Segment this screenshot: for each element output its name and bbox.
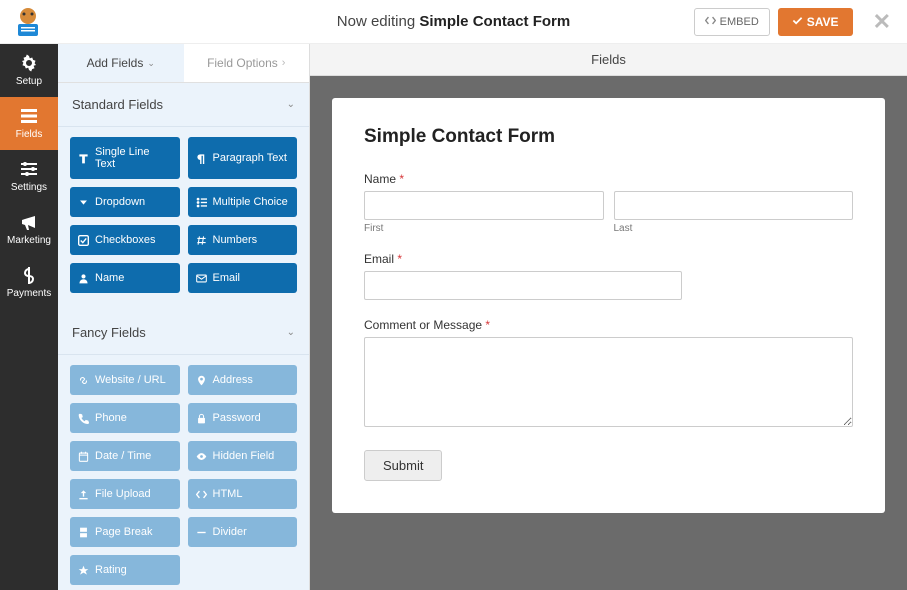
comment-textarea[interactable]	[364, 337, 853, 427]
first-sublabel: First	[364, 223, 604, 234]
field-type-email[interactable]: Email	[188, 263, 298, 293]
group-standard-fields[interactable]: Standard Fields⌄	[58, 83, 309, 127]
field-type-password[interactable]: Password	[188, 403, 298, 433]
form-canvas-area: Simple Contact Form Name * First Last	[310, 76, 907, 590]
list-icon	[196, 197, 207, 208]
field-type-file-upload[interactable]: File Upload	[70, 479, 180, 509]
now-editing-text: Now editing	[337, 13, 415, 30]
nav-marketing[interactable]: Marketing	[0, 203, 58, 256]
field-type-date-time[interactable]: Date / Time	[70, 441, 180, 471]
field-type-multiple-choice[interactable]: Multiple Choice	[188, 187, 298, 217]
chevron-down-icon: ⌄	[287, 327, 295, 338]
email-label: Email *	[364, 252, 853, 266]
left-nav: SetupFieldsSettingsMarketingPayments	[0, 44, 58, 590]
minus-icon	[196, 527, 207, 538]
field-type-page-break[interactable]: Page Break	[70, 517, 180, 547]
paragraph-icon	[196, 153, 207, 164]
embed-button[interactable]: EMBED	[694, 8, 770, 36]
hash-icon	[196, 235, 207, 246]
code-icon	[196, 489, 207, 500]
field-type-hidden-field[interactable]: Hidden Field	[188, 441, 298, 471]
nav-fields[interactable]: Fields	[0, 97, 58, 150]
field-type-paragraph-text[interactable]: Paragraph Text	[188, 137, 298, 179]
email-input[interactable]	[364, 271, 682, 300]
field-type-checkboxes[interactable]: Checkboxes	[70, 225, 180, 255]
gear-icon	[20, 54, 38, 72]
comment-label: Comment or Message *	[364, 318, 853, 332]
eye-icon	[196, 451, 207, 462]
upload-icon	[78, 489, 89, 500]
field-type-numbers[interactable]: Numbers	[188, 225, 298, 255]
pin-icon	[196, 375, 207, 386]
field-type-website-url[interactable]: Website / URL	[70, 365, 180, 395]
field-type-single-line-text[interactable]: Single Line Text	[70, 137, 180, 179]
nav-settings[interactable]: Settings	[0, 150, 58, 203]
field-comment[interactable]: Comment or Message *	[364, 318, 853, 432]
chevron-down-icon: ⌄	[287, 99, 295, 110]
save-button[interactable]: SAVE	[778, 8, 853, 36]
field-type-phone[interactable]: Phone	[70, 403, 180, 433]
chevron-right-icon: ›	[282, 57, 286, 69]
name-label: Name *	[364, 172, 853, 186]
field-type-rating[interactable]: Rating	[70, 555, 180, 585]
submit-button[interactable]: Submit	[364, 450, 442, 481]
last-name-input[interactable]	[614, 191, 854, 220]
mail-icon	[196, 273, 207, 284]
phone-icon	[78, 413, 89, 424]
nav-setup[interactable]: Setup	[0, 44, 58, 97]
calendar-icon	[78, 451, 89, 462]
field-email[interactable]: Email *	[364, 252, 853, 300]
field-type-html[interactable]: HTML	[188, 479, 298, 509]
lock-icon	[196, 413, 207, 424]
rows-icon	[20, 107, 38, 125]
nav-payments[interactable]: Payments	[0, 256, 58, 309]
sliders-icon	[20, 160, 38, 178]
link-icon	[78, 375, 89, 386]
field-type-name[interactable]: Name	[70, 263, 180, 293]
user-icon	[78, 273, 89, 284]
form-preview[interactable]: Simple Contact Form Name * First Last	[332, 98, 885, 513]
main-tab-fields[interactable]: Fields	[310, 44, 907, 76]
code-icon	[705, 15, 716, 29]
tab-add-fields[interactable]: Add Fields ⌄	[58, 44, 184, 82]
form-name-text: Simple Contact Form	[419, 13, 570, 30]
app-logo	[12, 6, 44, 38]
field-type-divider[interactable]: Divider	[188, 517, 298, 547]
check-icon	[78, 235, 89, 246]
fields-sidebar: Add Fields ⌄ Field Options › Standard Fi…	[58, 44, 310, 590]
page-icon	[78, 527, 89, 538]
dollar-icon	[20, 266, 38, 284]
tab-field-options[interactable]: Field Options ›	[184, 44, 310, 82]
chevron-down-icon: ⌄	[147, 58, 155, 69]
bullhorn-icon	[20, 213, 38, 231]
check-icon	[792, 15, 803, 29]
last-sublabel: Last	[614, 223, 854, 234]
field-name[interactable]: Name * First Last	[364, 172, 853, 234]
group-fancy-fields[interactable]: Fancy Fields⌄	[58, 311, 309, 355]
form-title: Simple Contact Form	[364, 126, 853, 148]
field-type-dropdown[interactable]: Dropdown	[70, 187, 180, 217]
field-type-address[interactable]: Address	[188, 365, 298, 395]
top-bar: Now editing Simple Contact Form EMBED SA…	[0, 0, 907, 44]
close-icon[interactable]: ✕	[861, 9, 895, 35]
caret-icon	[78, 197, 89, 208]
first-name-input[interactable]	[364, 191, 604, 220]
star-icon	[78, 565, 89, 576]
text-icon	[78, 153, 89, 164]
